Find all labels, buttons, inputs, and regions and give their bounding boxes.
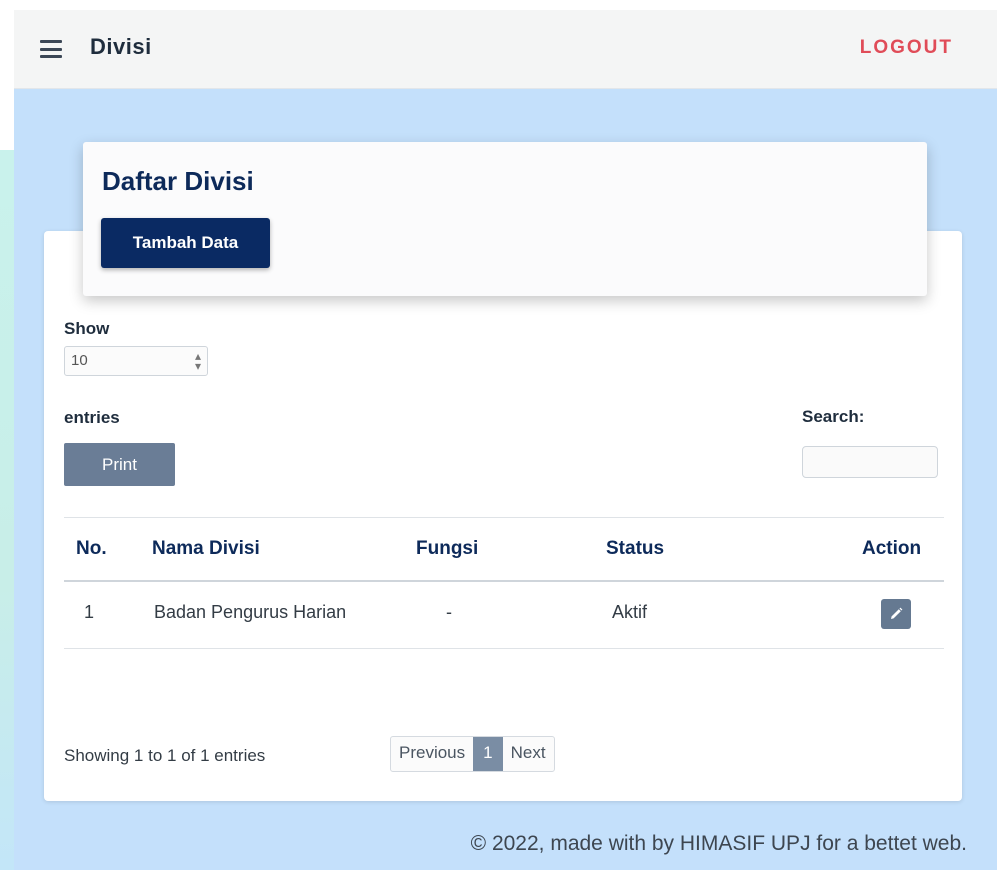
print-button[interactable]: Print (64, 443, 175, 486)
column-header-no: No. (76, 538, 107, 559)
cell-status: Aktif (612, 602, 648, 622)
column-header-action: Action (862, 538, 922, 559)
pagination: Previous 1 Next (390, 736, 555, 772)
menu-icon[interactable] (40, 40, 62, 58)
search-input[interactable] (802, 446, 938, 478)
column-header-nama-divisi[interactable]: Nama Divisi (152, 538, 260, 560)
pagination-info: Showing 1 to 1 of 1 entries (64, 746, 266, 765)
column-header-status[interactable]: Status (606, 538, 664, 560)
entries-select-value: 10 (71, 352, 88, 369)
card-header: Daftar Divisi Tambah Data (83, 142, 927, 296)
footer-copyright: © 2022, made with by HIMASIF UPJ for a b… (470, 832, 967, 855)
edit-button[interactable] (881, 599, 911, 629)
pagination-page-1[interactable]: 1 (473, 737, 503, 771)
table-header-divider (64, 580, 944, 582)
column-header-fungsi[interactable]: Fungsi (416, 538, 478, 560)
table-top-divider (64, 517, 944, 518)
entries-label: entries (64, 408, 120, 427)
table-bottom-divider (64, 648, 944, 649)
pagination-next[interactable]: Next (503, 737, 554, 771)
card-title: Daftar Divisi (102, 166, 254, 196)
show-label: Show (64, 319, 110, 338)
add-data-button[interactable]: Tambah Data (101, 218, 270, 268)
cell-no: 1 (84, 602, 95, 622)
cell-fungsi: - (446, 602, 452, 622)
logout-link[interactable]: LOGOUT (860, 37, 953, 59)
entries-select[interactable]: 10 ▴ ▾ (64, 346, 208, 376)
page-title: Divisi (90, 34, 152, 59)
edit-icon (891, 607, 903, 619)
select-arrows-icon: ▴ ▾ (194, 349, 201, 373)
app-container: Divisi LOGOUT Show 10 ▴ ▾ entries Print S… (14, 10, 997, 870)
pagination-previous[interactable]: Previous (391, 737, 473, 771)
search-label: Search: (802, 407, 865, 426)
top-navbar: Divisi LOGOUT (14, 10, 997, 89)
table-card: Show 10 ▴ ▾ entries Print Search: No. Nam… (44, 231, 962, 801)
cell-nama-divisi: Badan Pengurus Harian (154, 602, 347, 622)
